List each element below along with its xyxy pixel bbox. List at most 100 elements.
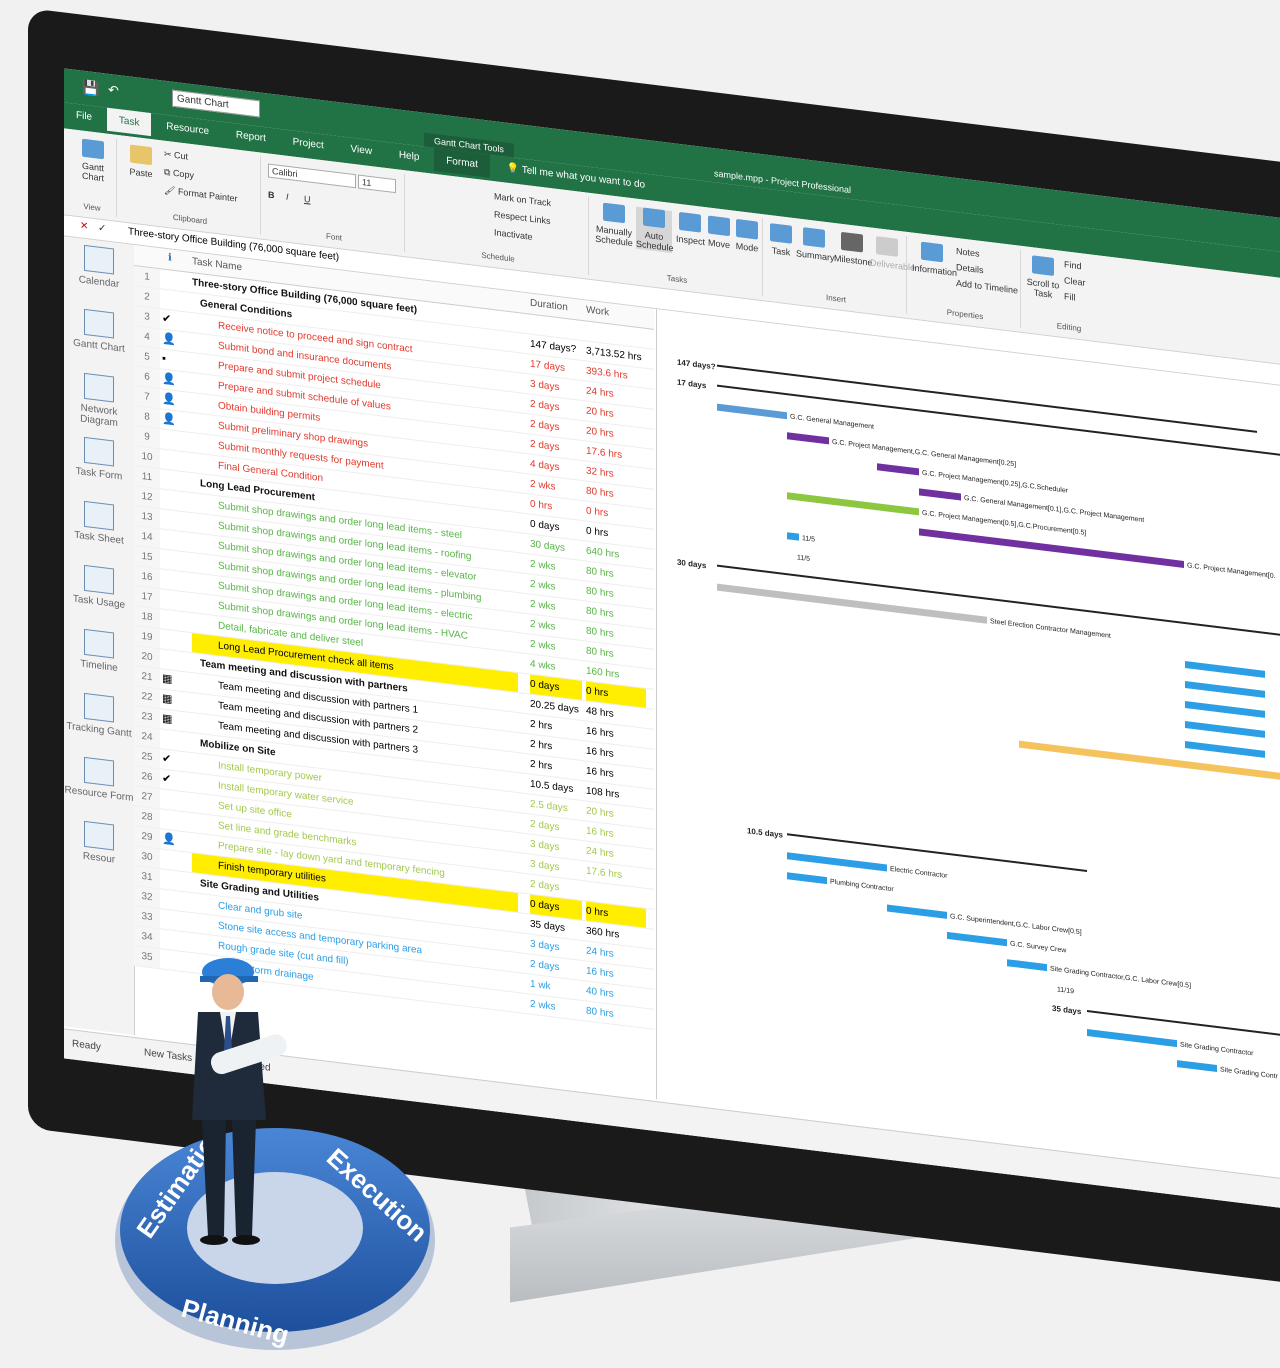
- task-bar[interactable]: [1185, 721, 1265, 738]
- insert-summary-button[interactable]: Summary: [796, 226, 835, 263]
- row-number[interactable]: 32: [134, 886, 160, 909]
- task-bar[interactable]: [919, 488, 961, 501]
- find-button[interactable]: Find: [1064, 259, 1082, 271]
- add-to-timeline-button[interactable]: Add to Timeline: [956, 278, 1018, 296]
- clear-button[interactable]: Clear: [1064, 275, 1086, 288]
- row-number[interactable]: 28: [134, 806, 160, 829]
- fill-button[interactable]: Fill: [1064, 291, 1076, 302]
- task-bar[interactable]: [1007, 959, 1047, 972]
- view-timeline[interactable]: Timeline: [64, 620, 134, 693]
- row-number[interactable]: 33: [134, 906, 160, 929]
- manually-schedule-button[interactable]: Manually Schedule: [594, 201, 634, 248]
- task-bar[interactable]: [1185, 661, 1265, 678]
- row-number[interactable]: 17: [134, 586, 160, 609]
- task-bar[interactable]: [787, 432, 829, 445]
- font-size-select[interactable]: 11: [358, 174, 396, 194]
- column-work[interactable]: Work: [586, 305, 609, 319]
- font-family-select[interactable]: Calibri: [268, 163, 356, 189]
- format-painter-button[interactable]: 🖌 Format Painter: [164, 185, 237, 205]
- insert-milestone-button[interactable]: Milestone: [834, 231, 873, 268]
- mode-button[interactable]: Mode: [734, 218, 760, 254]
- view-calendar[interactable]: Calendar: [64, 236, 134, 309]
- tab-help[interactable]: Help: [387, 142, 432, 170]
- row-number[interactable]: 12: [134, 486, 160, 509]
- row-number[interactable]: 29: [134, 826, 160, 849]
- task-bar[interactable]: [717, 403, 787, 420]
- undo-icon[interactable]: ↶: [108, 82, 119, 99]
- view-task-usage[interactable]: Task Usage: [64, 556, 134, 629]
- row-number[interactable]: 21: [134, 666, 160, 689]
- task-bar[interactable]: [717, 583, 987, 624]
- task-bar[interactable]: [1087, 1029, 1177, 1048]
- tab-view[interactable]: View: [339, 136, 385, 165]
- tab-file[interactable]: File: [64, 102, 104, 130]
- paste-button[interactable]: Paste: [124, 144, 158, 180]
- row-number[interactable]: 15: [134, 546, 160, 569]
- row-number[interactable]: 10: [134, 446, 160, 469]
- task-bar[interactable]: [919, 528, 1184, 568]
- row-number[interactable]: 24: [134, 726, 160, 749]
- row-number[interactable]: 16: [134, 566, 160, 589]
- notes-button[interactable]: Notes: [956, 246, 980, 259]
- insert-deliverable-button[interactable]: Deliverable: [870, 235, 915, 273]
- accept-entry-icon[interactable]: ✓: [98, 223, 106, 235]
- row-number[interactable]: 35: [134, 946, 160, 969]
- task-bar[interactable]: [1019, 740, 1280, 781]
- information-button[interactable]: Information: [912, 241, 957, 278]
- row-number[interactable]: 3: [134, 306, 160, 329]
- inactivate-button[interactable]: Inactivate: [494, 227, 533, 242]
- task-bar[interactable]: [787, 532, 799, 541]
- row-number[interactable]: 25: [134, 746, 160, 769]
- column-task-name[interactable]: Task Name: [192, 256, 242, 273]
- bold-button[interactable]: B: [268, 189, 275, 200]
- row-number[interactable]: 23: [134, 706, 160, 729]
- row-number[interactable]: 30: [134, 846, 160, 869]
- cancel-entry-icon[interactable]: ✕: [80, 220, 88, 232]
- row-number[interactable]: 18: [134, 606, 160, 629]
- cut-button[interactable]: ✂ Cut: [164, 149, 188, 163]
- view-gantt-chart[interactable]: Gantt Chart: [64, 300, 134, 373]
- row-number[interactable]: 11: [134, 466, 160, 489]
- row-number[interactable]: 2: [134, 286, 160, 309]
- summary-bar[interactable]: [787, 833, 1087, 873]
- row-number[interactable]: 27: [134, 786, 160, 809]
- task-bar[interactable]: [1177, 1060, 1217, 1072]
- row-number[interactable]: 20: [134, 646, 160, 669]
- task-bar[interactable]: [887, 904, 947, 919]
- inspect-button[interactable]: Inspect: [676, 211, 705, 247]
- view-task-form[interactable]: Task Form: [64, 428, 134, 501]
- auto-schedule-button[interactable]: Auto Schedule: [636, 206, 674, 253]
- save-icon[interactable]: 💾: [82, 79, 99, 98]
- view-task-sheet[interactable]: Task Sheet: [64, 492, 134, 565]
- row-number[interactable]: 19: [134, 626, 160, 649]
- gantt-chart-button[interactable]: Gantt Chart: [74, 138, 112, 185]
- task-bar[interactable]: [1185, 741, 1265, 758]
- task-bar[interactable]: [1185, 681, 1265, 698]
- row-number[interactable]: 6: [134, 366, 160, 389]
- row-number[interactable]: 13: [134, 506, 160, 529]
- row-number[interactable]: 34: [134, 926, 160, 949]
- details-button[interactable]: Details: [956, 262, 984, 275]
- view-resource[interactable]: Resour: [64, 812, 134, 885]
- task-bar[interactable]: [947, 931, 1007, 947]
- task-bar[interactable]: [1185, 701, 1265, 718]
- insert-task-button[interactable]: Task: [768, 223, 794, 258]
- summary-bar[interactable]: [717, 364, 1257, 433]
- task-bar[interactable]: [787, 492, 919, 516]
- row-number[interactable]: 31: [134, 866, 160, 889]
- task-bar[interactable]: [787, 872, 827, 885]
- move-button[interactable]: Move: [706, 215, 732, 250]
- view-network-diagram[interactable]: Network Diagram: [64, 364, 134, 437]
- view-tracking-gantt[interactable]: Tracking Gantt: [64, 684, 134, 757]
- task-bar[interactable]: [877, 463, 919, 476]
- respect-links-button[interactable]: Respect Links: [494, 209, 551, 226]
- row-number[interactable]: 7: [134, 386, 160, 409]
- column-duration[interactable]: Duration: [530, 298, 568, 314]
- view-resource-form[interactable]: Resource Form: [64, 748, 134, 821]
- row-number[interactable]: 5: [134, 346, 160, 369]
- row-number[interactable]: 22: [134, 686, 160, 709]
- scroll-to-task-button[interactable]: Scroll to Task: [1026, 255, 1060, 301]
- row-number[interactable]: 1: [134, 266, 160, 289]
- row-number[interactable]: 4: [134, 326, 160, 349]
- italic-button[interactable]: I: [286, 192, 289, 202]
